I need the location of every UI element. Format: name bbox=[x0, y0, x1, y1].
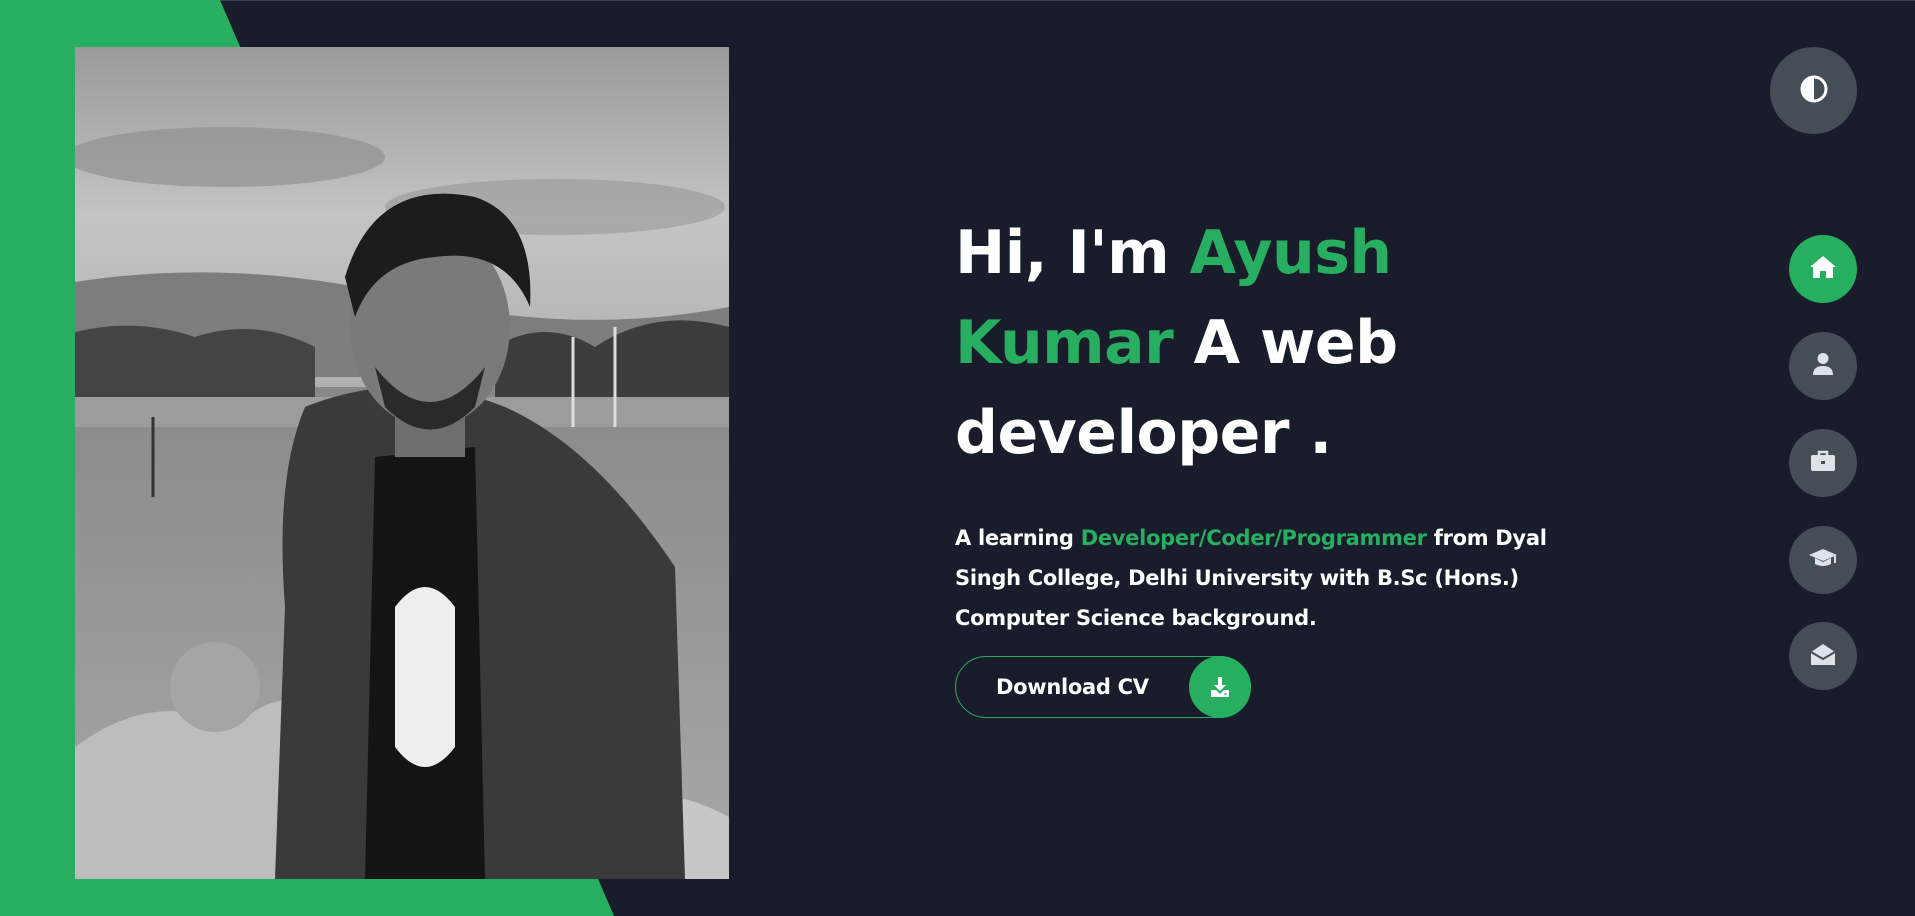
nav-contact-button[interactable] bbox=[1789, 622, 1857, 690]
download-cv-label: Download CV bbox=[996, 675, 1149, 699]
nav-education-button[interactable] bbox=[1789, 526, 1857, 594]
name-first: Ayush bbox=[1189, 218, 1393, 288]
greeting-text: Hi, I'm bbox=[955, 218, 1170, 288]
hero-section: Hi, I'm Ayush Kumar A web developer . A le… bbox=[0, 0, 1915, 916]
download-cv-button[interactable]: Download CV bbox=[955, 656, 1251, 718]
user-icon bbox=[1812, 352, 1834, 380]
theme-toggle-button[interactable] bbox=[1770, 47, 1857, 134]
hero-text-block: Hi, I'm Ayush Kumar A web developer . A le… bbox=[955, 208, 1575, 638]
contrast-icon bbox=[1799, 74, 1829, 108]
role-text-line-2: developer . bbox=[955, 398, 1332, 468]
download-icon bbox=[1189, 656, 1251, 718]
name-last: Kumar bbox=[955, 308, 1174, 378]
hero-description: A learning Developer/Coder/Programmer fr… bbox=[955, 518, 1555, 638]
nav-home-button[interactable] bbox=[1789, 235, 1857, 303]
nav-about-button[interactable] bbox=[1789, 332, 1857, 400]
description-highlight: Developer/Coder/Programmer bbox=[1080, 526, 1427, 550]
graduation-cap-icon bbox=[1808, 547, 1838, 573]
briefcase-icon bbox=[1810, 450, 1836, 476]
envelope-open-icon bbox=[1810, 642, 1836, 670]
description-prefix: A learning bbox=[955, 526, 1074, 550]
home-icon bbox=[1809, 254, 1837, 284]
top-border bbox=[0, 0, 1915, 1]
nav-portfolio-button[interactable] bbox=[1789, 429, 1857, 497]
hero-title: Hi, I'm Ayush Kumar A web developer . bbox=[955, 208, 1575, 478]
profile-photo bbox=[75, 47, 729, 879]
role-text-line-1: A web bbox=[1193, 308, 1398, 378]
